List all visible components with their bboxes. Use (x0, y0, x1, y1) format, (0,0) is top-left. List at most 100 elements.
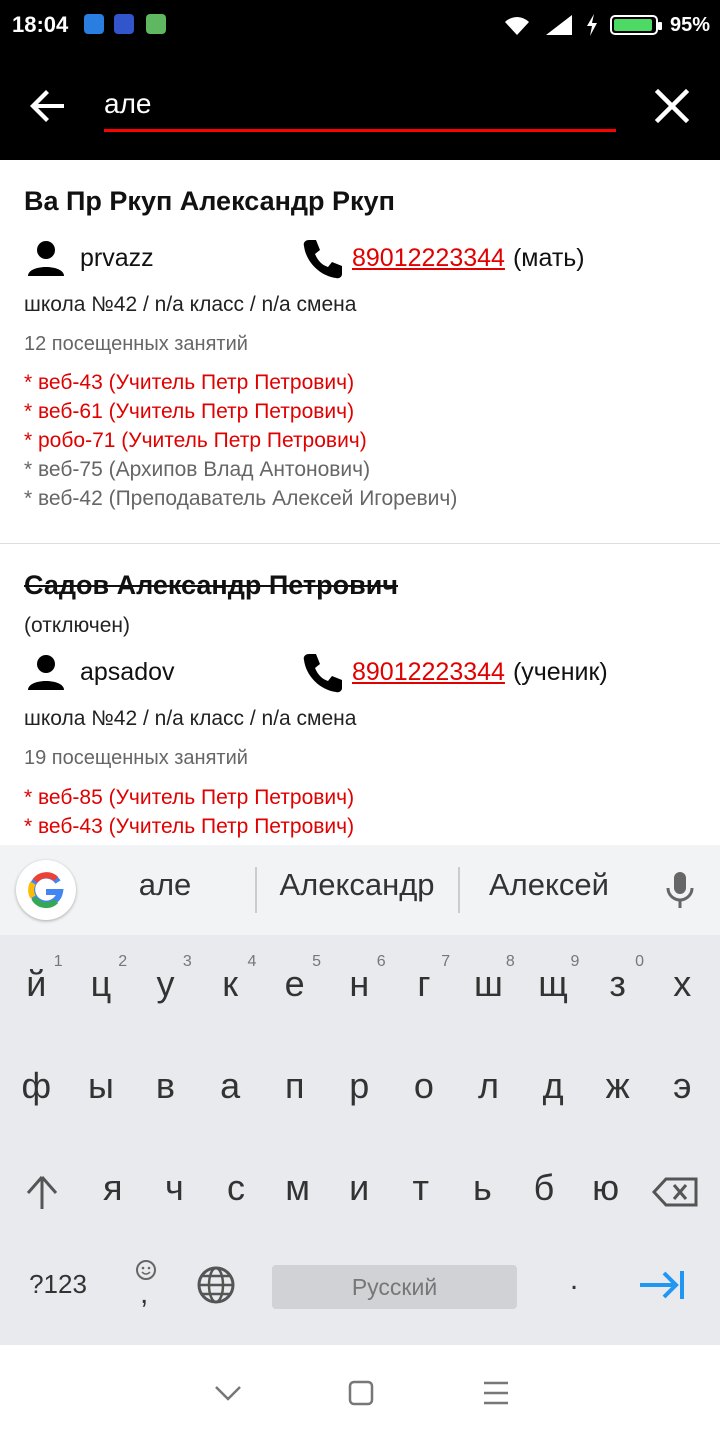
key-hint: 9 (570, 953, 580, 970)
key-ф[interactable]: ф (4, 1065, 69, 1107)
close-icon (654, 88, 690, 124)
key-й[interactable]: й1 (4, 953, 69, 1005)
back-button[interactable] (24, 82, 72, 130)
shift-key[interactable] (16, 1167, 68, 1217)
comma-label: , (140, 1277, 149, 1310)
usb-icon (84, 14, 104, 34)
result-card[interactable]: Садов Александр Петрович (отключен) apsa… (0, 544, 720, 845)
key-м[interactable]: м (267, 1167, 329, 1209)
school-info: школа №42 / n/a класс / n/a смена (24, 293, 357, 316)
suggestion[interactable]: Александр (262, 867, 452, 903)
search-field[interactable] (104, 80, 616, 132)
key-hint: 8 (505, 953, 515, 970)
phone: 89012223344 (ученик) (300, 650, 608, 694)
suggestion[interactable]: але (100, 867, 230, 903)
key-hint: 0 (635, 953, 644, 970)
key-у[interactable]: у3 (133, 953, 198, 1005)
key-э[interactable]: э (650, 1065, 715, 1107)
key-д[interactable]: д (521, 1065, 586, 1107)
key-а[interactable]: а (198, 1065, 263, 1107)
login: apsadov (24, 650, 300, 694)
key-hint: 7 (441, 953, 451, 970)
key-ж[interactable]: ж (585, 1065, 650, 1107)
group-item: * веб-61 (Учитель Петр Петрович) (24, 400, 355, 423)
enter-key[interactable] (636, 1263, 688, 1307)
groups-list: * веб-43 (Учитель Петр Петрович) * веб-6… (24, 368, 457, 513)
result-card[interactable]: Ва Пр Ркуп Александр Ркуп prvazz 8901222… (0, 160, 720, 543)
phone-owner: (ученик) (512, 657, 608, 686)
home-button[interactable] (343, 1375, 379, 1411)
school-info: школа №42 / n/a класс / n/a смена (24, 707, 357, 730)
results-list[interactable]: Ва Пр Ркуп Александр Ркуп prvazz 8901222… (0, 160, 720, 845)
clear-search-button[interactable] (648, 82, 696, 130)
language-key[interactable] (194, 1263, 238, 1307)
suggestion-bar: але Александр Алексей (0, 845, 720, 935)
backspace-icon (651, 1177, 698, 1207)
group-item: * веб-42 (Преподаватель Алексей Игоревич… (24, 487, 458, 510)
backspace-key[interactable] (650, 1167, 702, 1217)
group-item: * веб-43 (Учитель Петр Петрович) (24, 371, 355, 394)
key-л[interactable]: л (456, 1065, 521, 1107)
search-underline (104, 129, 616, 132)
key-б[interactable]: б (513, 1167, 575, 1209)
arrow-back-icon (30, 90, 64, 122)
globe-icon (197, 1266, 235, 1304)
key-т[interactable]: т (390, 1167, 452, 1209)
key-ц[interactable]: ц2 (69, 953, 134, 1005)
key-hint: 4 (247, 953, 257, 970)
battery-icon (609, 15, 662, 35)
keyboard: але Александр Алексей й1ц2у3к4е5н6г7ш8щ9… (0, 845, 720, 1345)
key-н[interactable]: н6 (327, 953, 392, 1005)
key-р[interactable]: р (327, 1065, 392, 1107)
phone-link[interactable]: 89012223344 (352, 244, 505, 273)
login-text: apsadov (80, 657, 175, 686)
shift-icon (26, 1176, 58, 1209)
emoji-comma-key[interactable]: , (126, 1253, 166, 1313)
key-с[interactable]: с (205, 1167, 267, 1209)
suggestion[interactable]: Алексей (470, 867, 628, 903)
key-о[interactable]: о (392, 1065, 457, 1107)
search-input[interactable] (104, 80, 616, 128)
login-text: prvazz (80, 243, 154, 272)
suggestion-divider (255, 867, 257, 913)
key-ч[interactable]: ч (144, 1167, 206, 1209)
key-ш[interactable]: ш8 (456, 953, 521, 1005)
suggestion-divider (458, 867, 460, 913)
group-item: * веб-85 (Учитель Петр Петрович) (24, 786, 355, 809)
period-key[interactable]: . (556, 1263, 592, 1297)
hide-keyboard-button[interactable] (210, 1375, 246, 1411)
key-щ[interactable]: щ9 (521, 953, 586, 1005)
key-к[interactable]: к4 (198, 953, 263, 1005)
key-в[interactable]: в (133, 1065, 198, 1107)
key-з[interactable]: з0 (585, 953, 650, 1005)
key-п[interactable]: п (262, 1065, 327, 1107)
google-button[interactable] (16, 860, 76, 920)
phone-link[interactable]: 89012223344 (352, 658, 505, 687)
menu-button[interactable] (478, 1375, 514, 1411)
phone-icon (303, 240, 342, 279)
key-ь[interactable]: ь (452, 1167, 514, 1209)
square-home-icon (348, 1380, 374, 1406)
microphone-icon (666, 872, 694, 908)
battery-percent: 95% (669, 13, 710, 36)
visits-count: 19 посещенных занятий (24, 747, 248, 769)
key-г[interactable]: г7 (392, 953, 457, 1005)
key-х[interactable]: х (650, 963, 715, 1005)
symbols-key[interactable]: ?123 (16, 1269, 100, 1300)
key-я[interactable]: я (82, 1167, 144, 1209)
key-ю[interactable]: ю (575, 1167, 637, 1209)
app-bar (0, 52, 720, 160)
key-hint: 5 (312, 953, 321, 970)
key-hint: 2 (118, 953, 128, 970)
key-и[interactable]: и (328, 1167, 390, 1209)
status-bar: 18:04 95% (0, 0, 720, 52)
enter-arrow-icon (640, 1271, 684, 1299)
key-ы[interactable]: ы (69, 1065, 134, 1107)
key-е[interactable]: е5 (262, 953, 327, 1005)
voice-input-button[interactable] (660, 870, 700, 910)
phone: 89012223344 (мать) (300, 236, 585, 280)
notification-app-icon (114, 14, 134, 34)
navigation-bar (0, 1345, 720, 1440)
group-item: * веб-43 (Учитель Петр Петрович) (24, 815, 355, 838)
space-key[interactable]: Русский (272, 1265, 517, 1309)
